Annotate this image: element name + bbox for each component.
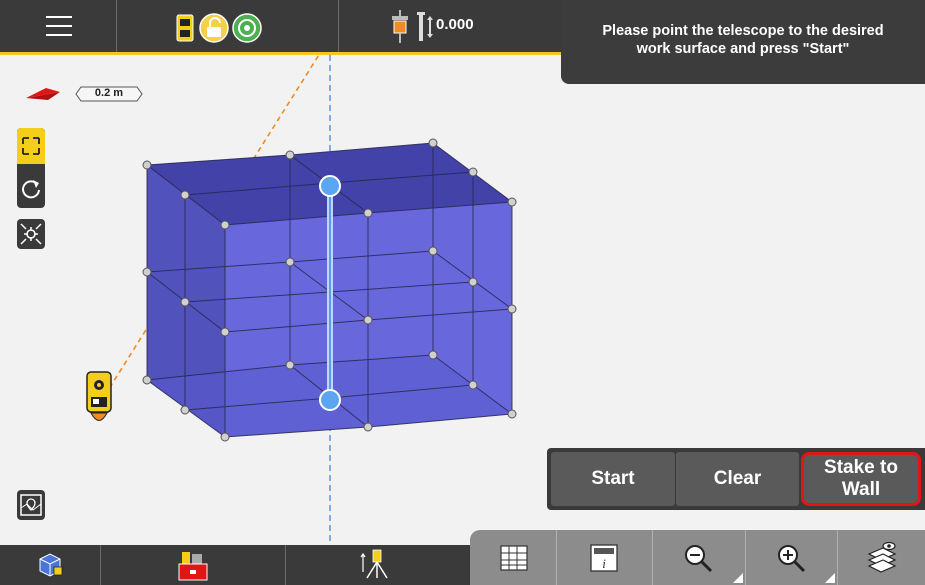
view-controls [17, 128, 45, 208]
clear-button[interactable]: Clear [676, 452, 799, 506]
action-panel: Start Clear Stake to Wall [547, 448, 925, 510]
layers-button[interactable] [837, 530, 925, 585]
menu-button[interactable] [0, 0, 117, 52]
fit-view-icon [22, 137, 40, 155]
height-icon [417, 12, 433, 41]
zoom-out-icon [685, 545, 713, 573]
instruction-line-2: work surface and press "Start" [636, 41, 850, 57]
start-button-label: Start [591, 468, 635, 489]
instrument-status-panel[interactable] [116, 0, 339, 52]
lock-icon [199, 13, 229, 43]
layers-icon [867, 541, 897, 573]
bottom-toolbar [0, 545, 470, 585]
height-panel[interactable]: 0.000 [338, 0, 561, 52]
setup-button[interactable] [285, 545, 470, 585]
fit-view-button[interactable] [17, 128, 45, 164]
toolbox-button[interactable] [100, 545, 286, 585]
stake-to-wall-button[interactable]: Stake to Wall [801, 452, 921, 506]
instruction-panel: Please point the telescope to the desire… [561, 0, 925, 84]
start-button[interactable]: Start [551, 452, 675, 506]
rotate-view-button[interactable] [17, 170, 45, 206]
table-button[interactable] [470, 530, 557, 585]
toolbox-icon [178, 552, 208, 581]
map-view-button[interactable] [17, 490, 45, 520]
center-view-icon [20, 223, 42, 245]
map-view-icon [20, 494, 42, 516]
zoom-in-button[interactable] [745, 530, 838, 585]
north-arrow-icon [26, 88, 60, 100]
view-toolbar: i [470, 530, 925, 585]
height-value: 0.000 [436, 16, 474, 33]
zoom-out-button[interactable] [652, 530, 746, 585]
clear-button-label: Clear [713, 468, 762, 489]
top-toolbar: 0.000 [0, 0, 561, 55]
zoom-in-icon [778, 545, 806, 573]
3d-model-icon [39, 553, 63, 577]
table-icon [500, 545, 528, 571]
instruction-line-1: Please point the telescope to the desire… [602, 23, 884, 39]
target-icon [232, 13, 262, 43]
svg-text:i: i [602, 556, 606, 571]
center-view-button[interactable] [17, 219, 45, 249]
stake-button-line-1: Stake to [824, 457, 898, 478]
info-button[interactable]: i [556, 530, 653, 585]
scale-label: 0.2 m [94, 87, 124, 99]
stake-button-line-2: Wall [841, 479, 881, 500]
total-station-icon [86, 371, 112, 421]
info-icon: i [590, 544, 618, 572]
setup-icon [360, 549, 388, 579]
menu-icon [46, 16, 72, 18]
rotate-view-icon [22, 180, 40, 199]
prism-icon [392, 10, 408, 43]
instrument-status-icon [176, 14, 194, 42]
3d-model-button[interactable] [0, 545, 101, 585]
